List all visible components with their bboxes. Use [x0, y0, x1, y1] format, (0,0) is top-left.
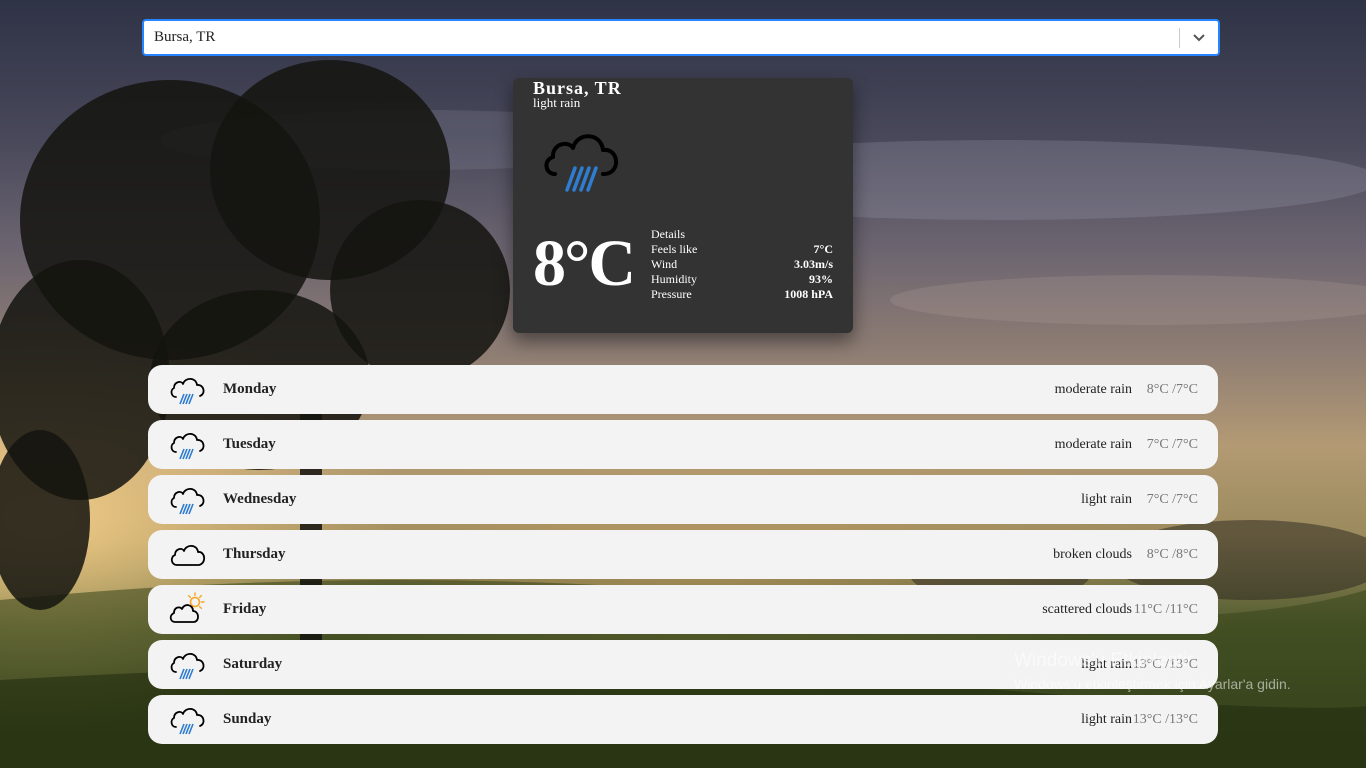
forecast-item-monday[interactable]: Monday moderate rain 8°C /7°C — [148, 365, 1218, 414]
forecast-item-wednesday[interactable]: Wednesday light rain 7°C /7°C — [148, 475, 1218, 524]
city-search-select[interactable] — [142, 19, 1220, 56]
forecast-temperature: 8°C /8°C — [1146, 546, 1198, 562]
detail-value: 93% — [809, 272, 833, 286]
current-description: light rain — [533, 95, 581, 110]
rain-cloud-icon — [168, 480, 208, 520]
rain-cloud-icon — [168, 645, 208, 685]
forecast-description: moderate rain — [1054, 436, 1132, 452]
rain-cloud-icon — [168, 370, 208, 410]
watermark-subtitle: Windows'u etkinleştirmek için Ayarlar'a … — [1014, 676, 1291, 692]
forecast-temperature: 11°C /11°C — [1133, 601, 1198, 617]
rain-cloud-icon — [168, 425, 208, 465]
rain-cloud-icon — [168, 700, 208, 740]
details-heading-row: Details — [651, 227, 833, 242]
forecast-item-friday[interactable]: Friday scattered clouds 11°C /11°C — [148, 585, 1218, 634]
detail-row-pressure: Pressure 1008 hPA — [651, 287, 833, 302]
detail-label: Humidity — [651, 272, 698, 286]
sun-cloud-icon — [168, 590, 208, 630]
detail-label: Feels like — [651, 242, 698, 256]
forecast-list: Monday moderate rain 8°C /7°C Tuesday mo… — [148, 365, 1218, 750]
search-separator — [1179, 27, 1180, 48]
chevron-down-icon[interactable] — [1188, 27, 1210, 49]
forecast-day: Saturday — [223, 656, 283, 672]
detail-value: 3.03m/s — [794, 257, 833, 271]
forecast-day: Thursday — [223, 546, 286, 562]
forecast-description: scattered clouds — [1042, 601, 1132, 617]
detail-value: 7°C — [813, 242, 833, 256]
watermark-title: Windows'u Etkinleştir — [1014, 650, 1193, 671]
current-weather-card: Bursa, TR light rain 8°C Details Feels l… — [513, 78, 853, 333]
city-search-input[interactable] — [144, 21, 1179, 54]
forecast-day: Monday — [223, 381, 277, 397]
detail-label: Pressure — [651, 287, 692, 301]
details-heading: Details — [651, 227, 685, 241]
detail-label: Wind — [651, 257, 678, 271]
forecast-temperature: 7°C /7°C — [1146, 436, 1198, 452]
forecast-temperature: 7°C /7°C — [1146, 491, 1198, 507]
detail-value: 1008 hPA — [784, 287, 833, 301]
detail-row-wind: Wind 3.03m/s — [651, 257, 833, 272]
detail-row-feels-like: Feels like 7°C — [651, 242, 833, 257]
forecast-temperature: 13°C /13°C — [1132, 711, 1198, 727]
cloud-icon — [168, 535, 208, 575]
forecast-temperature: 8°C /7°C — [1146, 381, 1198, 397]
forecast-item-sunday[interactable]: Sunday light rain 13°C /13°C — [148, 695, 1218, 744]
forecast-day: Wednesday — [223, 491, 297, 507]
forecast-description: broken clouds — [1053, 546, 1132, 562]
forecast-day: Tuesday — [223, 436, 276, 452]
forecast-day: Sunday — [223, 711, 272, 727]
rain-cloud-icon — [541, 118, 627, 204]
forecast-description: light rain — [1081, 491, 1132, 507]
details-panel: Details Feels like 7°C Wind 3.03m/s Humi… — [651, 227, 833, 302]
forecast-description: moderate rain — [1054, 381, 1132, 397]
forecast-item-thursday[interactable]: Thursday broken clouds 8°C /8°C — [148, 530, 1218, 579]
detail-row-humidity: Humidity 93% — [651, 272, 833, 287]
current-temperature: 8°C — [533, 227, 636, 300]
forecast-day: Friday — [223, 601, 267, 617]
forecast-description: light rain — [1081, 711, 1132, 727]
forecast-item-tuesday[interactable]: Tuesday moderate rain 7°C /7°C — [148, 420, 1218, 469]
windows-activation-watermark: Windows'u Etkinleştir Windows'u etkinleş… — [1014, 650, 1291, 692]
